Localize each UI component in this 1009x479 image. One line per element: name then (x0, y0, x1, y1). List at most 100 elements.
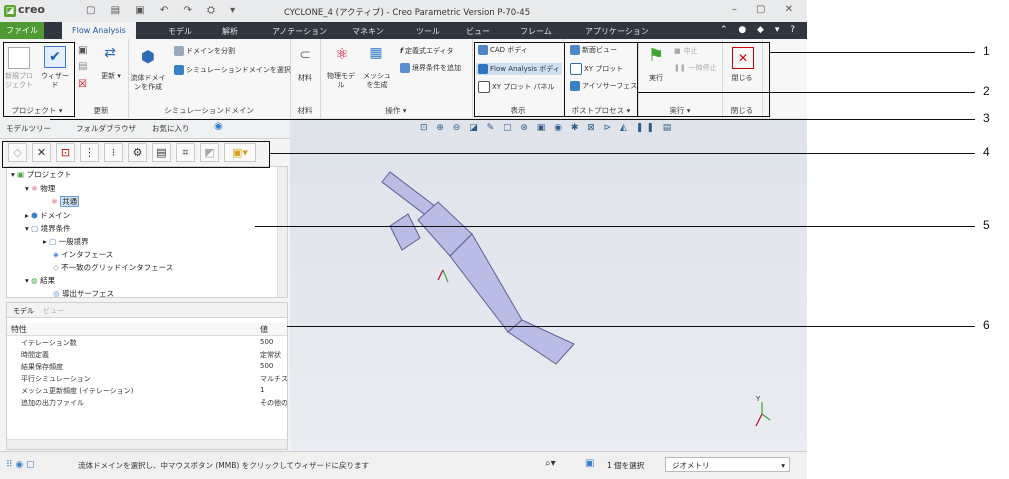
split-domain-button[interactable]: ドメインを分割 (174, 46, 235, 56)
callout-line-3 (50, 119, 975, 120)
highlight-box-post (564, 42, 638, 117)
callout-6: 6 (983, 318, 990, 332)
callout-4: 4 (983, 145, 990, 159)
tree-item-general-boundary[interactable]: ▸ ▢ 一般境界 (43, 236, 89, 247)
tab-favorites[interactable]: お気に入り (152, 123, 190, 134)
properties-panel: モデル ビュー 特性 値 イテレーション数 500 時間定義 定常状 結果保存頻度 5… (6, 302, 288, 450)
app-logo: ◪ creo (4, 3, 45, 17)
tree-item-project[interactable]: ▾ ▣ プロジェクト (11, 169, 72, 180)
tab-folder-browser[interactable]: フォルダブラウザ (76, 123, 136, 134)
project-icon: ▣ (17, 170, 25, 179)
update-icon[interactable]: ⇄ (100, 45, 120, 65)
update-button[interactable]: 更新 ▾ (96, 72, 126, 81)
tree-item-mismatch-interface[interactable]: ◇ 不一致のグリッドインタフェース (53, 262, 173, 273)
general-boundary-icon: ▢ (49, 237, 57, 246)
select-domain-icon (174, 65, 184, 75)
callout-1: 1 (983, 44, 990, 58)
view-orientation-triad (755, 402, 771, 427)
group-label-sim-domain: シミュレーションドメイン (164, 106, 254, 115)
material-icon[interactable]: ⊂ (295, 47, 315, 67)
save-icon[interactable]: ▣ (78, 45, 87, 56)
tree-item-boundary[interactable]: ▾ ▢ 境界条件 (25, 223, 71, 234)
callout-line-6 (287, 326, 975, 327)
group-label-update: 更新 (93, 106, 109, 115)
tab-model-tree[interactable]: モデルツリー (6, 123, 51, 134)
tab-model[interactable]: モデル (168, 26, 192, 37)
axis-y-label: Y (755, 395, 761, 403)
boundary-icon (400, 63, 410, 73)
tree-item-results[interactable]: ▾ ◍ 結果 (25, 275, 55, 286)
title-bar: ◪ creo ▢ ▤ ▣ ↶ ↷ ⛭ ▾ CYCLONE_4 (アクティブ) - … (0, 0, 807, 23)
selection-filter-dropdown[interactable]: ジオメトリ ▾ (665, 457, 790, 472)
group-simulation-domain: ⬢ 流体ドメインを作成 ドメインを分割 シミュレーションドメインを選択 シミュレ… (128, 39, 291, 118)
callout-3: 3 (983, 111, 990, 125)
ribbon-tab-bar: ファイル Flow Analysis モデル 解析 アノテーション マネキン ツ… (0, 22, 807, 39)
delete-icon[interactable]: ☒ (78, 79, 87, 90)
tree-item-common[interactable]: ⚛ 共通 (51, 196, 80, 207)
prop-row[interactable]: イテレーション数 500 (7, 337, 287, 348)
mesh-icon[interactable]: ▦ (366, 45, 386, 65)
status-icons[interactable]: ⠿ ◉ ▢ (6, 460, 35, 470)
cyclone-cone[interactable] (449, 233, 523, 333)
tab-frame[interactable]: フレーム (520, 26, 552, 37)
tree-item-physics[interactable]: ▾ ⚛ 物理 (25, 183, 55, 194)
tree-item-interface[interactable]: ◈ インタフェース (53, 249, 113, 260)
tab-applications[interactable]: アプリケーション (585, 26, 649, 37)
help-icons[interactable]: ⌃ ● ◆ ▾ ? (720, 25, 799, 35)
group-operation: ⚛ 物理モデル ▦ メッシュを生成 f 定義式エディタ 境界条件を追加 操作 ▾ (320, 39, 473, 118)
add-boundary-button[interactable]: 境界条件を追加 (400, 63, 461, 73)
group-label-operation[interactable]: 操作 ▾ (320, 105, 472, 116)
tab-view[interactable]: ビュー (466, 26, 490, 37)
prop-row[interactable]: 追加の出力ファイル その他の (7, 397, 287, 408)
prop-row[interactable]: 平行シミュレーション マルチス (7, 373, 287, 384)
side-inlet[interactable] (389, 213, 421, 251)
properties-scrollbar[interactable] (7, 439, 287, 449)
tab-props-model[interactable]: モデル (13, 306, 34, 316)
split-domain-icon (174, 46, 184, 56)
tree-item-derived-surface[interactable]: ◎ 導出サーフェス (53, 288, 114, 297)
highlight-box-tree-toolbar (2, 141, 270, 168)
mesh-create-button[interactable]: メッシュを生成 (360, 72, 394, 90)
select-sim-domain-button[interactable]: シミュレーションドメインを選択 (174, 65, 291, 75)
prop-row[interactable]: 時間定義 定常状 (7, 349, 287, 360)
callout-line-2 (638, 92, 975, 93)
prop-row[interactable]: メッシュ更新頻度 (イテレーション) 1 (7, 385, 287, 396)
physics-model-icon[interactable]: ⚛ (332, 45, 352, 65)
callout-5: 5 (983, 218, 990, 232)
material-button[interactable]: 材料 (290, 74, 320, 83)
properties-tabs: モデル ビュー (7, 303, 287, 318)
fluid-domain-icon[interactable]: ⬢ (138, 47, 158, 67)
tab-file[interactable]: ファイル (0, 22, 44, 39)
group-material: ⊂ 材料 材料 (290, 39, 321, 118)
tree-item-domain[interactable]: ▸ ⬢ ドメイン (25, 210, 70, 221)
prop-row[interactable]: 結果保存頻度 500 (7, 361, 287, 372)
selection-count: 1 個を選択 (607, 461, 645, 470)
tab-analysis[interactable]: 解析 (222, 26, 238, 37)
tab-mannequin[interactable]: マネキン (352, 26, 384, 37)
tab-tools[interactable]: ツール (416, 26, 440, 37)
callout-line-1 (770, 52, 975, 53)
quick-access-toolbar[interactable]: ▢ ▤ ▣ ↶ ↷ ⛭ ▾ (86, 5, 241, 16)
group-label-material: 材料 (297, 106, 313, 115)
cyclone-model[interactable]: Y (290, 118, 807, 451)
tab-annotation[interactable]: アノテーション (272, 26, 327, 37)
boundary-tree-icon: ▢ (31, 224, 39, 233)
copy-icon[interactable]: ▤ (78, 61, 87, 72)
graphics-viewport[interactable]: ⊡ ⊕ ⊖ ◪ ✎ ▢ ⊛ ▣ ◉ ✱ ⊠ ⊳ ◭ ❚❚ ▤ Y (290, 118, 807, 451)
physics-model-button[interactable]: 物理モデル (324, 72, 358, 90)
navigator-tabs: モデルツリー フォルダブラウザ お気に入り ◉ (0, 118, 290, 139)
selection-box-icon[interactable]: ▣ (585, 458, 594, 469)
tab-flow-analysis[interactable]: Flow Analysis (62, 22, 136, 39)
domain-icon: ⬢ (31, 211, 38, 220)
window-controls[interactable]: – ▢ ✕ (732, 4, 801, 15)
globe-icon[interactable]: ◉ (214, 121, 223, 132)
callout-line-5 (255, 226, 975, 227)
model-origin-axes (437, 269, 449, 283)
common-icon: ⚛ (51, 197, 58, 206)
find-icon[interactable]: ⌕▾ (545, 458, 556, 469)
tab-props-view[interactable]: ビュー (43, 306, 64, 316)
formula-editor-button[interactable]: f 定義式エディタ (400, 46, 454, 56)
create-fluid-domain-button[interactable]: 流体ドメインを作成 (130, 74, 166, 92)
tree-scrollbar[interactable] (277, 167, 287, 297)
callout-2: 2 (983, 84, 990, 98)
